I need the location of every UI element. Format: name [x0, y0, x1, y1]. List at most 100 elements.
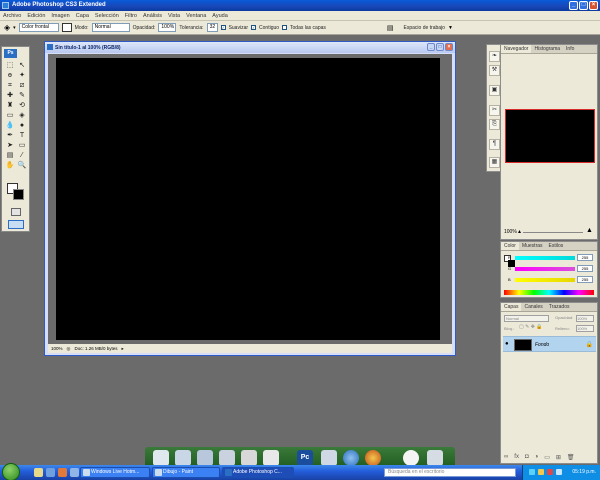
layer-mask-icon[interactable]: ◘ [525, 454, 529, 461]
notes-tool-icon[interactable]: ▤ [5, 151, 15, 160]
taskbar-button-photoshop[interactable]: Adobe Photoshop C... [222, 467, 294, 478]
move-tool-icon[interactable]: ↖ [17, 61, 27, 70]
desktop-search-input[interactable]: Búsqueda en el escritorio [384, 468, 516, 477]
dock-window-icon[interactable] [321, 450, 337, 466]
doc-maximize-button[interactable]: □ [436, 43, 444, 51]
menu-imagen[interactable]: Imagen [51, 13, 69, 19]
screen-mode-icon[interactable] [8, 220, 24, 229]
eraser-tool-icon[interactable]: ▭ [5, 111, 15, 120]
taskbar-button-paint[interactable]: Dibujo - Paint [152, 467, 220, 478]
slice-tool-icon[interactable]: ⧄ [17, 81, 27, 90]
tray-volume-icon[interactable] [556, 469, 562, 475]
quick-launch-ie-icon[interactable] [46, 468, 55, 477]
tab-info[interactable]: Info [563, 45, 577, 53]
opacity-input[interactable]: 100% [158, 23, 177, 32]
tray-messenger-icon[interactable] [538, 469, 544, 475]
tab-navigator[interactable]: Navegador [501, 45, 532, 53]
document-title-bar[interactable]: Sin título-1 al 100% (RGB/8) _ □ × [45, 42, 455, 53]
channel-r-slider[interactable] [515, 256, 575, 260]
navigator-preview[interactable] [505, 109, 595, 163]
menu-vista[interactable]: Vista [168, 13, 180, 19]
link-layers-icon[interactable]: ∞ [504, 454, 508, 461]
doc-close-button[interactable]: × [445, 43, 453, 51]
channel-g-value[interactable]: 255 [577, 265, 593, 272]
brushes-panel-icon[interactable]: ❧ [489, 51, 500, 62]
layer-opacity-input[interactable]: 100% [576, 315, 594, 322]
channel-r-value[interactable]: 255 [577, 254, 593, 261]
eyedropper-icon[interactable]: ⁄ [17, 151, 27, 160]
layer-row[interactable]: ● Fondo 🔒 [503, 336, 596, 352]
tab-channels[interactable]: Canales [521, 303, 545, 311]
menu-archivo[interactable]: Archivo [3, 13, 21, 19]
quick-mask-icon[interactable] [11, 208, 21, 216]
tab-swatches[interactable]: Muestras [519, 242, 546, 250]
minimize-button[interactable]: _ [569, 1, 578, 10]
blur-tool-icon[interactable]: 💧 [5, 121, 15, 130]
lock-icons[interactable]: ▢ ✎ ✥ 🔒 [519, 324, 543, 330]
dock-browser-icon[interactable] [343, 450, 359, 466]
shape-tool-icon[interactable]: ▭ [17, 141, 27, 150]
menu-analisis[interactable]: Análisis [143, 13, 162, 19]
history-panel-icon[interactable]: ⎘ [489, 119, 500, 130]
doc-status-arrow-icon[interactable]: ▸ [121, 344, 123, 353]
lasso-tool-icon[interactable]: ɵ [5, 71, 15, 80]
dock-folder-icon[interactable] [197, 450, 213, 466]
canvas[interactable] [56, 58, 440, 340]
channel-b-value[interactable]: 255 [577, 276, 593, 283]
layer-comps-panel-icon[interactable]: ▣ [489, 85, 500, 96]
doc-info-icon[interactable]: ◎ [67, 344, 71, 353]
hand-tool-icon[interactable]: ✋ [5, 161, 15, 170]
dock-tool-icon[interactable] [427, 450, 443, 466]
clone-stamp-icon[interactable]: ♜ [5, 101, 15, 110]
path-selection-icon[interactable]: ➤ [5, 141, 15, 150]
dock-media-icon[interactable] [365, 450, 381, 466]
paint-bucket-icon[interactable]: ◈ [4, 23, 10, 32]
quick-launch-firefox-icon[interactable] [58, 468, 67, 477]
dodge-tool-icon[interactable]: ● [17, 121, 27, 130]
paragraph-panel-icon[interactable]: ¶ [489, 139, 500, 150]
tab-layers[interactable]: Capas [501, 303, 522, 311]
layer-blend-mode-select[interactable]: Normal [504, 315, 549, 322]
color-spectrum-ramp[interactable] [504, 290, 594, 295]
search-icon[interactable]: ⌕ [508, 468, 512, 476]
tab-histogram[interactable]: Histograma [531, 45, 563, 53]
navigator-zoom-value[interactable]: 100% [504, 229, 517, 235]
magic-wand-icon[interactable]: ✦ [17, 71, 27, 80]
clock[interactable]: 05:19 p.m. [572, 469, 596, 475]
workspace-dropdown-icon[interactable]: ▼ [448, 25, 453, 31]
actions-panel-icon[interactable]: ✂ [489, 105, 500, 116]
tool-presets-panel-icon[interactable]: ⚒ [489, 65, 500, 76]
menu-ayuda[interactable]: Ayuda [212, 13, 228, 19]
navigator-zoom-slider[interactable] [523, 232, 583, 233]
new-group-icon[interactable]: ▭ [544, 454, 550, 461]
quick-launch-desktop-icon[interactable] [70, 468, 79, 477]
doc-zoom-level[interactable]: 100% [51, 344, 63, 353]
menu-ventana[interactable]: Ventana [186, 13, 206, 19]
workspace-label[interactable]: Espacio de trabajo [404, 25, 445, 31]
background-color-swatch[interactable] [13, 189, 24, 200]
menu-capa[interactable]: Capa [76, 13, 89, 19]
brush-tool-icon[interactable]: ✎ [17, 91, 27, 100]
history-brush-icon[interactable]: ⟲ [17, 101, 27, 110]
tolerance-input[interactable]: 32 [206, 23, 218, 32]
tray-network-icon[interactable] [529, 469, 535, 475]
dock-drive-icon[interactable] [219, 450, 235, 466]
channel-b-slider[interactable] [515, 278, 575, 282]
printer-icon[interactable]: ▤ [387, 24, 394, 32]
all-layers-checkbox[interactable] [282, 25, 288, 30]
zoom-tool-icon[interactable]: 🔍 [17, 161, 27, 170]
quick-launch-folder-icon[interactable] [34, 468, 43, 477]
visibility-eye-icon[interactable]: ● [505, 341, 509, 347]
healing-brush-icon[interactable]: ✚ [5, 91, 15, 100]
layer-fill-input[interactable]: 100% [576, 325, 594, 332]
pen-tool-icon[interactable]: ✒ [5, 131, 15, 140]
dock-app-icon[interactable] [263, 450, 279, 466]
tool-preset-dropdown[interactable]: ▾ [13, 25, 16, 31]
maximize-button[interactable]: □ [579, 1, 588, 10]
antialias-checkbox[interactable]: ✓ [220, 25, 226, 30]
crop-tool-icon[interactable]: ⌗ [5, 81, 15, 90]
menu-filtro[interactable]: Filtro [125, 13, 137, 19]
paint-bucket-tool-icon[interactable]: ◈ [17, 111, 27, 120]
tab-paths[interactable]: Trazados [546, 303, 573, 311]
fill-source-select[interactable]: Color frontal [18, 23, 59, 32]
